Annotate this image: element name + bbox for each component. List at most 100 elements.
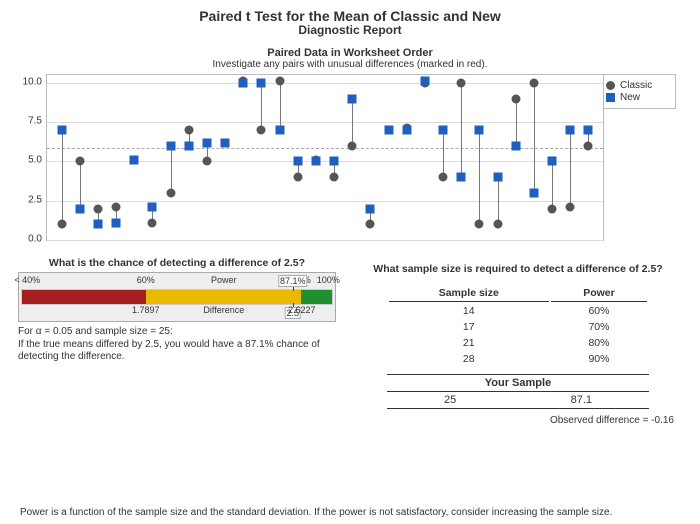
classic-marker xyxy=(93,204,102,213)
classic-marker xyxy=(511,94,520,103)
classic-marker xyxy=(184,126,193,135)
cell-power: 70% xyxy=(551,320,647,334)
new-marker xyxy=(166,141,175,150)
power-scale-tick: 60% xyxy=(137,275,155,285)
classic-marker xyxy=(75,157,84,166)
diff-scale-label: 1.7897 xyxy=(132,305,160,315)
classic-marker xyxy=(166,188,175,197)
new-marker xyxy=(75,204,84,213)
classic-marker xyxy=(112,203,121,212)
sample-size-table: Sample size Power 1460%1770%2180%2890% xyxy=(387,283,649,368)
new-marker xyxy=(439,126,448,135)
table-row: 1770% xyxy=(389,320,647,334)
new-marker xyxy=(402,126,411,135)
power-pointer-value: 87.1% xyxy=(278,275,308,287)
classic-marker xyxy=(275,77,284,86)
power-note-line1: For α = 0.05 and sample size = 25: xyxy=(18,326,336,339)
new-marker xyxy=(493,173,502,182)
cell-sample-size: 21 xyxy=(389,336,549,350)
new-marker xyxy=(366,204,375,213)
pointer-tick-icon xyxy=(293,287,294,291)
table-row: 1460% xyxy=(389,304,647,318)
new-marker xyxy=(511,141,520,150)
page-title: Paired t Test for the Mean of Classic an… xyxy=(18,8,682,24)
table-row: 2890% xyxy=(389,352,647,366)
legend-item-classic: Classic xyxy=(606,80,670,91)
classic-marker xyxy=(148,218,157,227)
classic-marker xyxy=(529,78,538,87)
legend-label-classic: Classic xyxy=(620,80,652,91)
classic-marker xyxy=(366,220,375,229)
classic-marker xyxy=(439,173,448,182)
your-sample-row: 25 87.1 xyxy=(387,392,649,409)
new-marker xyxy=(420,77,429,86)
y-tick-label: 7.5 xyxy=(18,116,42,127)
cell-sample-size: 17 xyxy=(389,320,549,334)
new-marker xyxy=(475,126,484,135)
pairs-chart: Classic New 0.02.55.07.510.0 xyxy=(18,74,682,241)
new-marker xyxy=(584,126,593,135)
y-tick-label: 2.5 xyxy=(18,194,42,205)
cell-power: 80% xyxy=(551,336,647,350)
legend-label-new: New xyxy=(620,92,640,103)
sample-size-title: What sample size is required to detect a… xyxy=(354,263,682,275)
new-marker xyxy=(221,138,230,147)
your-sample-power: 87.1 xyxy=(571,394,592,406)
y-tick-label: 0.0 xyxy=(18,234,42,245)
legend: Classic New xyxy=(600,74,676,109)
y-tick-label: 10.0 xyxy=(18,76,42,87)
pairs-chart-subtitle: Investigate any pairs with unusual diffe… xyxy=(18,59,682,70)
classic-marker xyxy=(257,126,266,135)
your-sample-n: 25 xyxy=(444,394,456,406)
page-subtitle: Diagnostic Report xyxy=(18,23,682,37)
new-marker xyxy=(57,126,66,135)
power-note: For α = 0.05 and sample size = 25: If th… xyxy=(18,326,336,364)
your-sample-label: Your Sample xyxy=(387,374,649,392)
new-marker xyxy=(148,203,157,212)
classic-marker xyxy=(330,173,339,182)
cell-sample-size: 28 xyxy=(389,352,549,366)
new-marker xyxy=(348,94,357,103)
diff-scale-label: Difference xyxy=(203,305,244,315)
diff-scale-label: 2.6227 xyxy=(288,305,316,315)
new-marker xyxy=(529,188,538,197)
col-sample-size: Sample size xyxy=(389,285,549,302)
classic-marker xyxy=(493,220,502,229)
classic-marker xyxy=(293,173,302,182)
classic-marker xyxy=(566,203,575,212)
classic-marker xyxy=(548,204,557,213)
circle-icon xyxy=(606,81,615,90)
legend-item-new: New xyxy=(606,92,670,103)
new-marker xyxy=(330,157,339,166)
classic-marker xyxy=(475,220,484,229)
your-sample-block: Your Sample 25 87.1 xyxy=(387,374,649,409)
new-marker xyxy=(239,78,248,87)
power-bar xyxy=(21,289,333,305)
new-marker xyxy=(202,138,211,147)
new-marker xyxy=(311,157,320,166)
cell-power: 60% xyxy=(551,304,647,318)
lower-panels: What is the chance of detecting a differ… xyxy=(18,257,682,426)
new-marker xyxy=(384,126,393,135)
classic-marker xyxy=(202,157,211,166)
classic-marker xyxy=(57,220,66,229)
power-scale-tick: Power xyxy=(211,275,237,285)
new-marker xyxy=(257,78,266,87)
new-marker xyxy=(93,220,102,229)
sample-size-panel: What sample size is required to detect a… xyxy=(354,257,682,426)
cell-power: 90% xyxy=(551,352,647,366)
new-marker xyxy=(184,141,193,150)
new-marker xyxy=(566,126,575,135)
power-bottom-scale: 1.7897 Difference 2.6227 xyxy=(21,305,333,319)
classic-marker xyxy=(584,141,593,150)
power-title: What is the chance of detecting a differ… xyxy=(18,257,336,269)
new-marker xyxy=(293,157,302,166)
new-marker xyxy=(457,173,466,182)
classic-marker xyxy=(348,141,357,150)
power-panel: What is the chance of detecting a differ… xyxy=(18,257,336,426)
new-marker xyxy=(275,126,284,135)
power-note-line2: If the true means differed by 2.5, you w… xyxy=(18,339,336,364)
observed-difference: Observed difference = -0.16 xyxy=(354,415,682,426)
col-power: Power xyxy=(551,285,647,302)
new-marker xyxy=(548,157,557,166)
